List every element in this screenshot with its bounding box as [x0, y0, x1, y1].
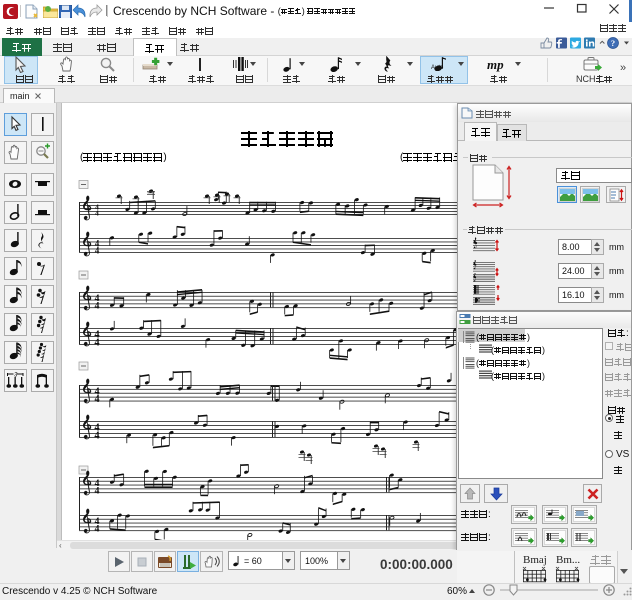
svg-text:4: 4	[95, 301, 100, 312]
svg-text:4: 4	[94, 394, 99, 405]
svg-text:4: 4	[95, 209, 99, 218]
svg-text:4: 4	[95, 486, 100, 497]
svg-text:3: 3	[14, 373, 18, 379]
svg-text:4: 4	[94, 338, 99, 349]
svg-text:4: 4	[95, 246, 100, 256]
svg-text:?: ?	[611, 38, 615, 48]
svg-text:4: 4	[94, 431, 99, 442]
svg-text:4: 4	[95, 524, 100, 535]
